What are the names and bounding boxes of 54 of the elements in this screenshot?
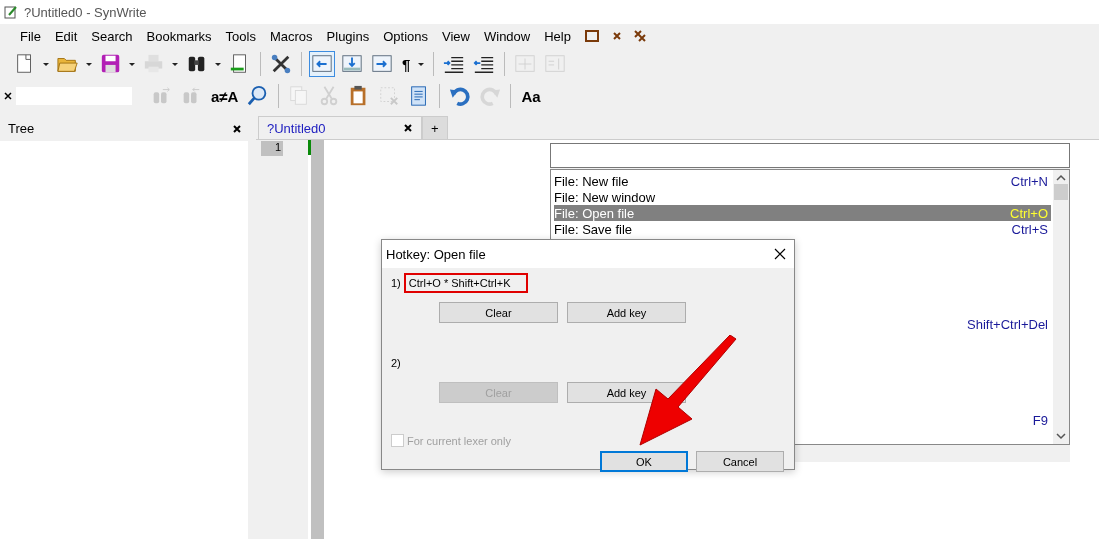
menu-item[interactable]: View <box>436 26 476 46</box>
undo-icon <box>449 85 472 107</box>
menu-item[interactable]: Window <box>478 26 537 46</box>
shortcut-text: Shift+Ctrl+Del <box>966 317 1049 333</box>
clear-button[interactable]: Clear <box>439 302 558 323</box>
scroll-up-icon[interactable] <box>1056 174 1066 182</box>
delete-selection-icon <box>378 85 401 107</box>
sync-horizontal-icon <box>514 53 537 75</box>
menu-item[interactable]: Tools <box>219 26 262 46</box>
close-icon[interactable] <box>4 92 12 100</box>
menu-item[interactable]: Search <box>85 26 139 46</box>
command-item[interactable]: File: Open file Ctrl+O <box>554 205 1051 221</box>
restore-icon[interactable] <box>585 30 599 42</box>
redo-icon <box>479 85 502 107</box>
scroll-down-icon[interactable] <box>1056 432 1066 440</box>
editor-tab[interactable]: + <box>422 116 448 139</box>
command-item[interactable]: File: Save file Ctrl+S <box>554 221 1051 237</box>
window-title: ?Untitled0 - SynWrite <box>24 4 147 20</box>
menu-item[interactable]: Help <box>538 26 577 46</box>
text-style-button[interactable]: Aa <box>518 83 544 109</box>
command-item[interactable]: File: New file Ctrl+N <box>554 173 1051 189</box>
menu-item[interactable]: Options <box>377 26 435 46</box>
close-icon[interactable] <box>611 30 623 42</box>
close-icon[interactable] <box>774 248 786 260</box>
close-icon[interactable] <box>403 123 413 133</box>
command-search-field[interactable] <box>550 143 1070 168</box>
menu-item[interactable]: File <box>14 26 47 46</box>
menu-item[interactable]: Bookmarks <box>140 26 218 46</box>
sync-vertical-icon <box>544 53 567 75</box>
command-item[interactable]: File: New window <box>554 189 1051 205</box>
dialog-title: Hotkey: Open file <box>386 246 486 262</box>
hotkey-field[interactable]: Ctrl+O * Shift+Ctrl+K <box>403 273 528 293</box>
slot-label: 2) <box>391 357 401 369</box>
menu-item[interactable]: Plugins <box>320 26 376 46</box>
scroll-thumb[interactable] <box>1054 184 1068 200</box>
printer-icon <box>143 53 165 75</box>
text-style-button[interactable]: ¶ <box>399 51 414 77</box>
dialog-button[interactable]: Cancel <box>696 451 784 472</box>
add-key-button[interactable]: Add key <box>567 302 686 323</box>
dialog-button[interactable]: OK <box>600 451 688 472</box>
scrollbar[interactable] <box>1053 170 1069 444</box>
line-number: 1 <box>261 141 283 156</box>
notepad-pencil-icon <box>4 5 18 19</box>
menu-item[interactable]: Edit <box>48 26 84 46</box>
tools-icon <box>270 53 292 75</box>
close-all-icon[interactable] <box>633 29 647 43</box>
text-style-button[interactable]: a≠A <box>208 83 242 109</box>
menu-item[interactable]: Macros <box>263 26 319 46</box>
shortcut-text: F9 <box>1031 413 1049 429</box>
panel-left-arrow-button[interactable] <box>309 51 335 77</box>
close-icon[interactable] <box>232 123 242 134</box>
editor-tab[interactable]: ?Untitled0 <box>258 116 422 139</box>
panel-title: Tree <box>8 121 35 136</box>
slot-label: 1) <box>391 277 401 289</box>
